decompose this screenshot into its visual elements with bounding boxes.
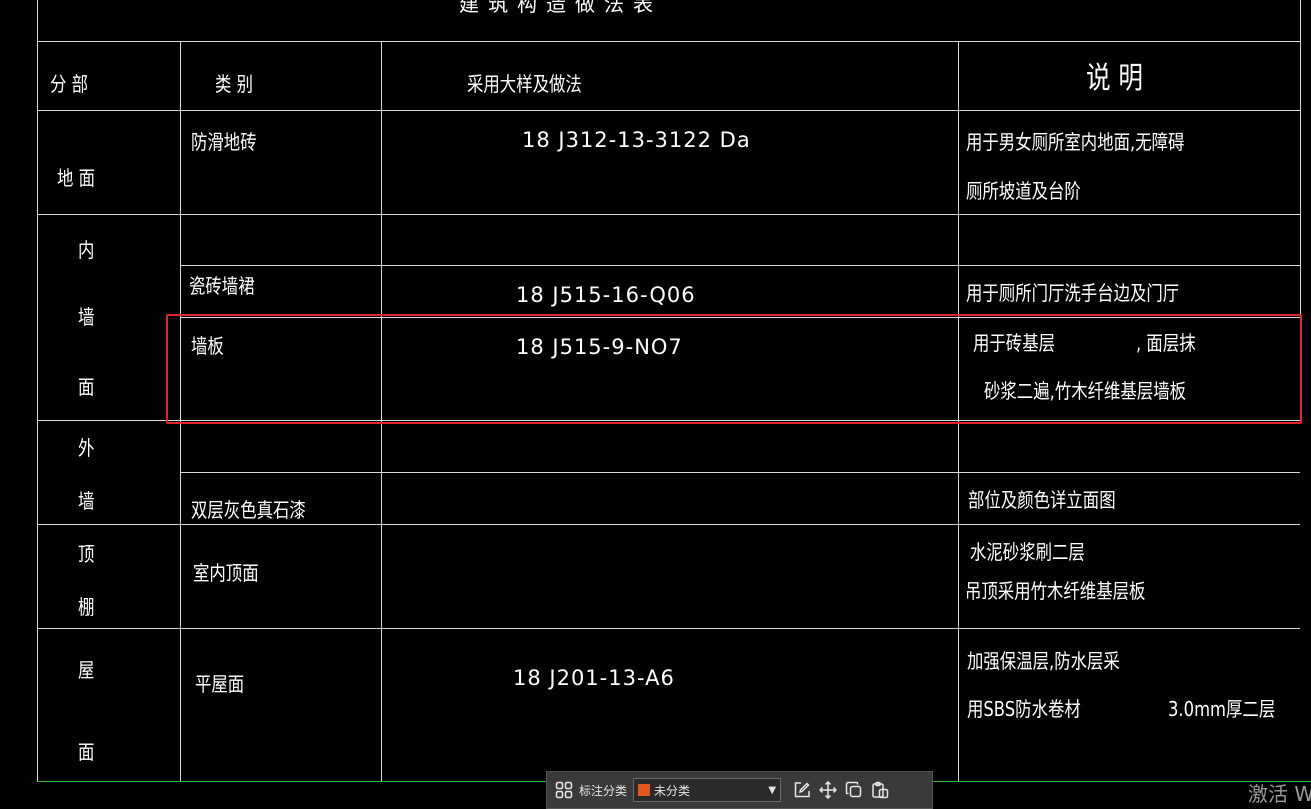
table-line bbox=[37, 214, 1300, 215]
code-cell: 18 J312-13-3122 Da bbox=[522, 128, 751, 152]
paste-icon[interactable] bbox=[867, 777, 893, 803]
note-cell: 厕所坡道及台阶 bbox=[966, 179, 1081, 203]
table-line bbox=[37, 524, 1300, 525]
table-line bbox=[180, 472, 1300, 473]
category-cell: 瓷砖墙裙 bbox=[189, 274, 255, 298]
header-method: 采用大样及做法 bbox=[467, 72, 582, 96]
move-icon[interactable] bbox=[815, 777, 841, 803]
note-cell: 加强保温层,防水层采 bbox=[967, 649, 1120, 673]
section-ceiling: 棚 bbox=[78, 595, 95, 619]
header-note: 说 明 bbox=[1086, 61, 1144, 96]
note-cell: 部位及颜色详立面图 bbox=[968, 488, 1116, 512]
category-cell: 平屋面 bbox=[195, 672, 245, 696]
header-section: 分 部 bbox=[50, 72, 89, 96]
category-color-swatch bbox=[638, 784, 651, 796]
note-cell: 用于厕所门厅洗手台边及门厅 bbox=[966, 281, 1180, 305]
cad-drawing-canvas: 建筑构造做法表 分 部 类 别 采用大样及做法 说 明 地 面 内 墙 面 外 … bbox=[0, 0, 1311, 809]
activation-watermark: 激活 W bbox=[1248, 782, 1311, 806]
selected-category: 未分类 bbox=[654, 783, 691, 798]
table-line bbox=[180, 265, 1300, 266]
section-inner-wall: 墙 bbox=[78, 305, 95, 329]
category-cell: 防滑地砖 bbox=[191, 130, 257, 154]
note-cell: 用SBS防水卷材 bbox=[967, 697, 1081, 721]
table-line bbox=[37, 0, 38, 781]
code-cell: 18 J515-16-Q06 bbox=[516, 283, 696, 307]
section-roof: 面 bbox=[78, 740, 95, 764]
section-inner-wall: 内 bbox=[78, 238, 95, 262]
table-line bbox=[37, 628, 1300, 629]
section-floor: 地 面 bbox=[57, 166, 96, 190]
annotation-category-select[interactable]: 未分类 ▼ bbox=[633, 778, 782, 802]
selection-highlight-box bbox=[166, 314, 1302, 424]
table-line bbox=[37, 41, 1300, 42]
chevron-down-icon: ▼ bbox=[768, 784, 777, 796]
section-roof: 屋 bbox=[78, 658, 95, 682]
category-cell: 双层灰色真石漆 bbox=[191, 498, 306, 522]
section-ceiling: 顶 bbox=[78, 542, 95, 566]
category-cell: 室内顶面 bbox=[193, 561, 259, 585]
edit-icon[interactable] bbox=[789, 777, 815, 803]
table-line bbox=[37, 110, 1300, 111]
annotation-toolbar: 标注分类 未分类 ▼ bbox=[546, 771, 933, 809]
note-cell: 3.0mm厚二层 bbox=[1168, 697, 1276, 721]
note-cell: 水泥砂浆刷二层 bbox=[970, 540, 1085, 564]
table-title: 建筑构造做法表 bbox=[459, 0, 662, 16]
annotation-category-label: 标注分类 bbox=[579, 783, 628, 798]
grid-icon[interactable] bbox=[551, 777, 577, 803]
note-cell: 用于男女厕所室内地面,无障碍 bbox=[966, 130, 1185, 154]
header-category: 类 别 bbox=[215, 72, 254, 96]
section-inner-wall: 面 bbox=[78, 375, 95, 399]
section-outer-wall: 外 bbox=[78, 436, 95, 460]
note-cell: 吊顶采用竹木纤维基层板 bbox=[965, 579, 1146, 603]
copy-icon[interactable] bbox=[841, 777, 867, 803]
code-cell: 18 J201-13-A6 bbox=[513, 666, 675, 690]
section-outer-wall: 墙 bbox=[78, 489, 95, 513]
